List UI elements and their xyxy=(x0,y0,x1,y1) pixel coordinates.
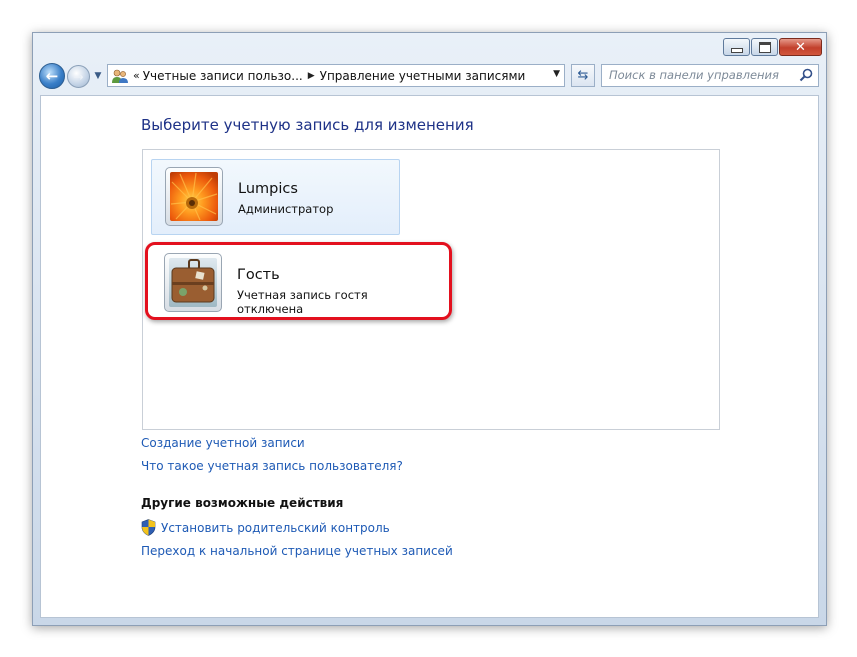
parental-control-link[interactable]: Установить родительский контроль xyxy=(161,521,390,535)
address-dropdown-icon[interactable]: ▼ xyxy=(553,69,560,79)
recent-pages-dropdown[interactable]: ▼ xyxy=(92,69,104,83)
what-is-account-link[interactable]: Что такое учетная запись пользователя? xyxy=(141,459,403,473)
flower-picture-icon xyxy=(170,172,218,221)
breadcrumb-overflow[interactable]: « xyxy=(133,69,140,82)
accounts-home-link[interactable]: Переход к начальной странице учетных зап… xyxy=(141,544,453,558)
chevron-down-icon: ▼ xyxy=(94,71,102,81)
refresh-button[interactable]: ⇆ xyxy=(571,64,595,87)
account-role: Администратор xyxy=(238,202,334,216)
breadcrumb-manage-accounts[interactable]: Управление учетными записями xyxy=(320,69,526,83)
create-account-link[interactable]: Создание учетной записи xyxy=(141,436,305,450)
guest-highlight-frame xyxy=(145,242,452,320)
forward-arrow-icon: → xyxy=(73,69,84,84)
minimize-icon xyxy=(730,47,743,53)
forward-button[interactable]: → xyxy=(67,65,90,88)
caption-buttons: ✕ xyxy=(722,38,822,56)
back-button[interactable]: ← xyxy=(39,63,65,89)
maximize-button[interactable] xyxy=(751,38,778,56)
users-icon xyxy=(112,69,128,83)
content-area: Выберите учетную запись для изменения Lu… xyxy=(40,95,819,618)
close-icon: ✕ xyxy=(795,39,806,55)
refresh-icon: ⇆ xyxy=(577,68,589,83)
back-arrow-icon: ← xyxy=(45,67,59,85)
search-icon[interactable] xyxy=(799,68,813,82)
search-input[interactable]: Поиск в панели управления xyxy=(601,64,819,87)
search-placeholder: Поиск в панели управления xyxy=(609,68,779,82)
navigation-bar: ← → ▼ « Учетные записи пользо... ▶ Управ… xyxy=(39,63,820,89)
minimize-button[interactable] xyxy=(723,38,750,56)
breadcrumb-separator-icon[interactable]: ▶ xyxy=(308,71,315,81)
account-tile-lumpics[interactable]: Lumpics Администратор xyxy=(151,159,400,235)
other-actions-title: Другие возможные действия xyxy=(141,496,344,510)
breadcrumb-accounts[interactable]: Учетные записи пользо... xyxy=(143,69,303,83)
close-button[interactable]: ✕ xyxy=(779,38,822,56)
maximize-icon xyxy=(758,41,771,53)
avatar-frame xyxy=(165,167,223,226)
page-title: Выберите учетную запись для изменения xyxy=(141,116,474,134)
account-name: Lumpics xyxy=(238,181,298,197)
address-bar[interactable]: « Учетные записи пользо... ▶ Управление … xyxy=(107,64,565,87)
uac-shield-icon xyxy=(141,519,156,536)
control-panel-window: ✕ ← → ▼ « Учетные записи пользо... ▶ Упр… xyxy=(32,32,827,626)
